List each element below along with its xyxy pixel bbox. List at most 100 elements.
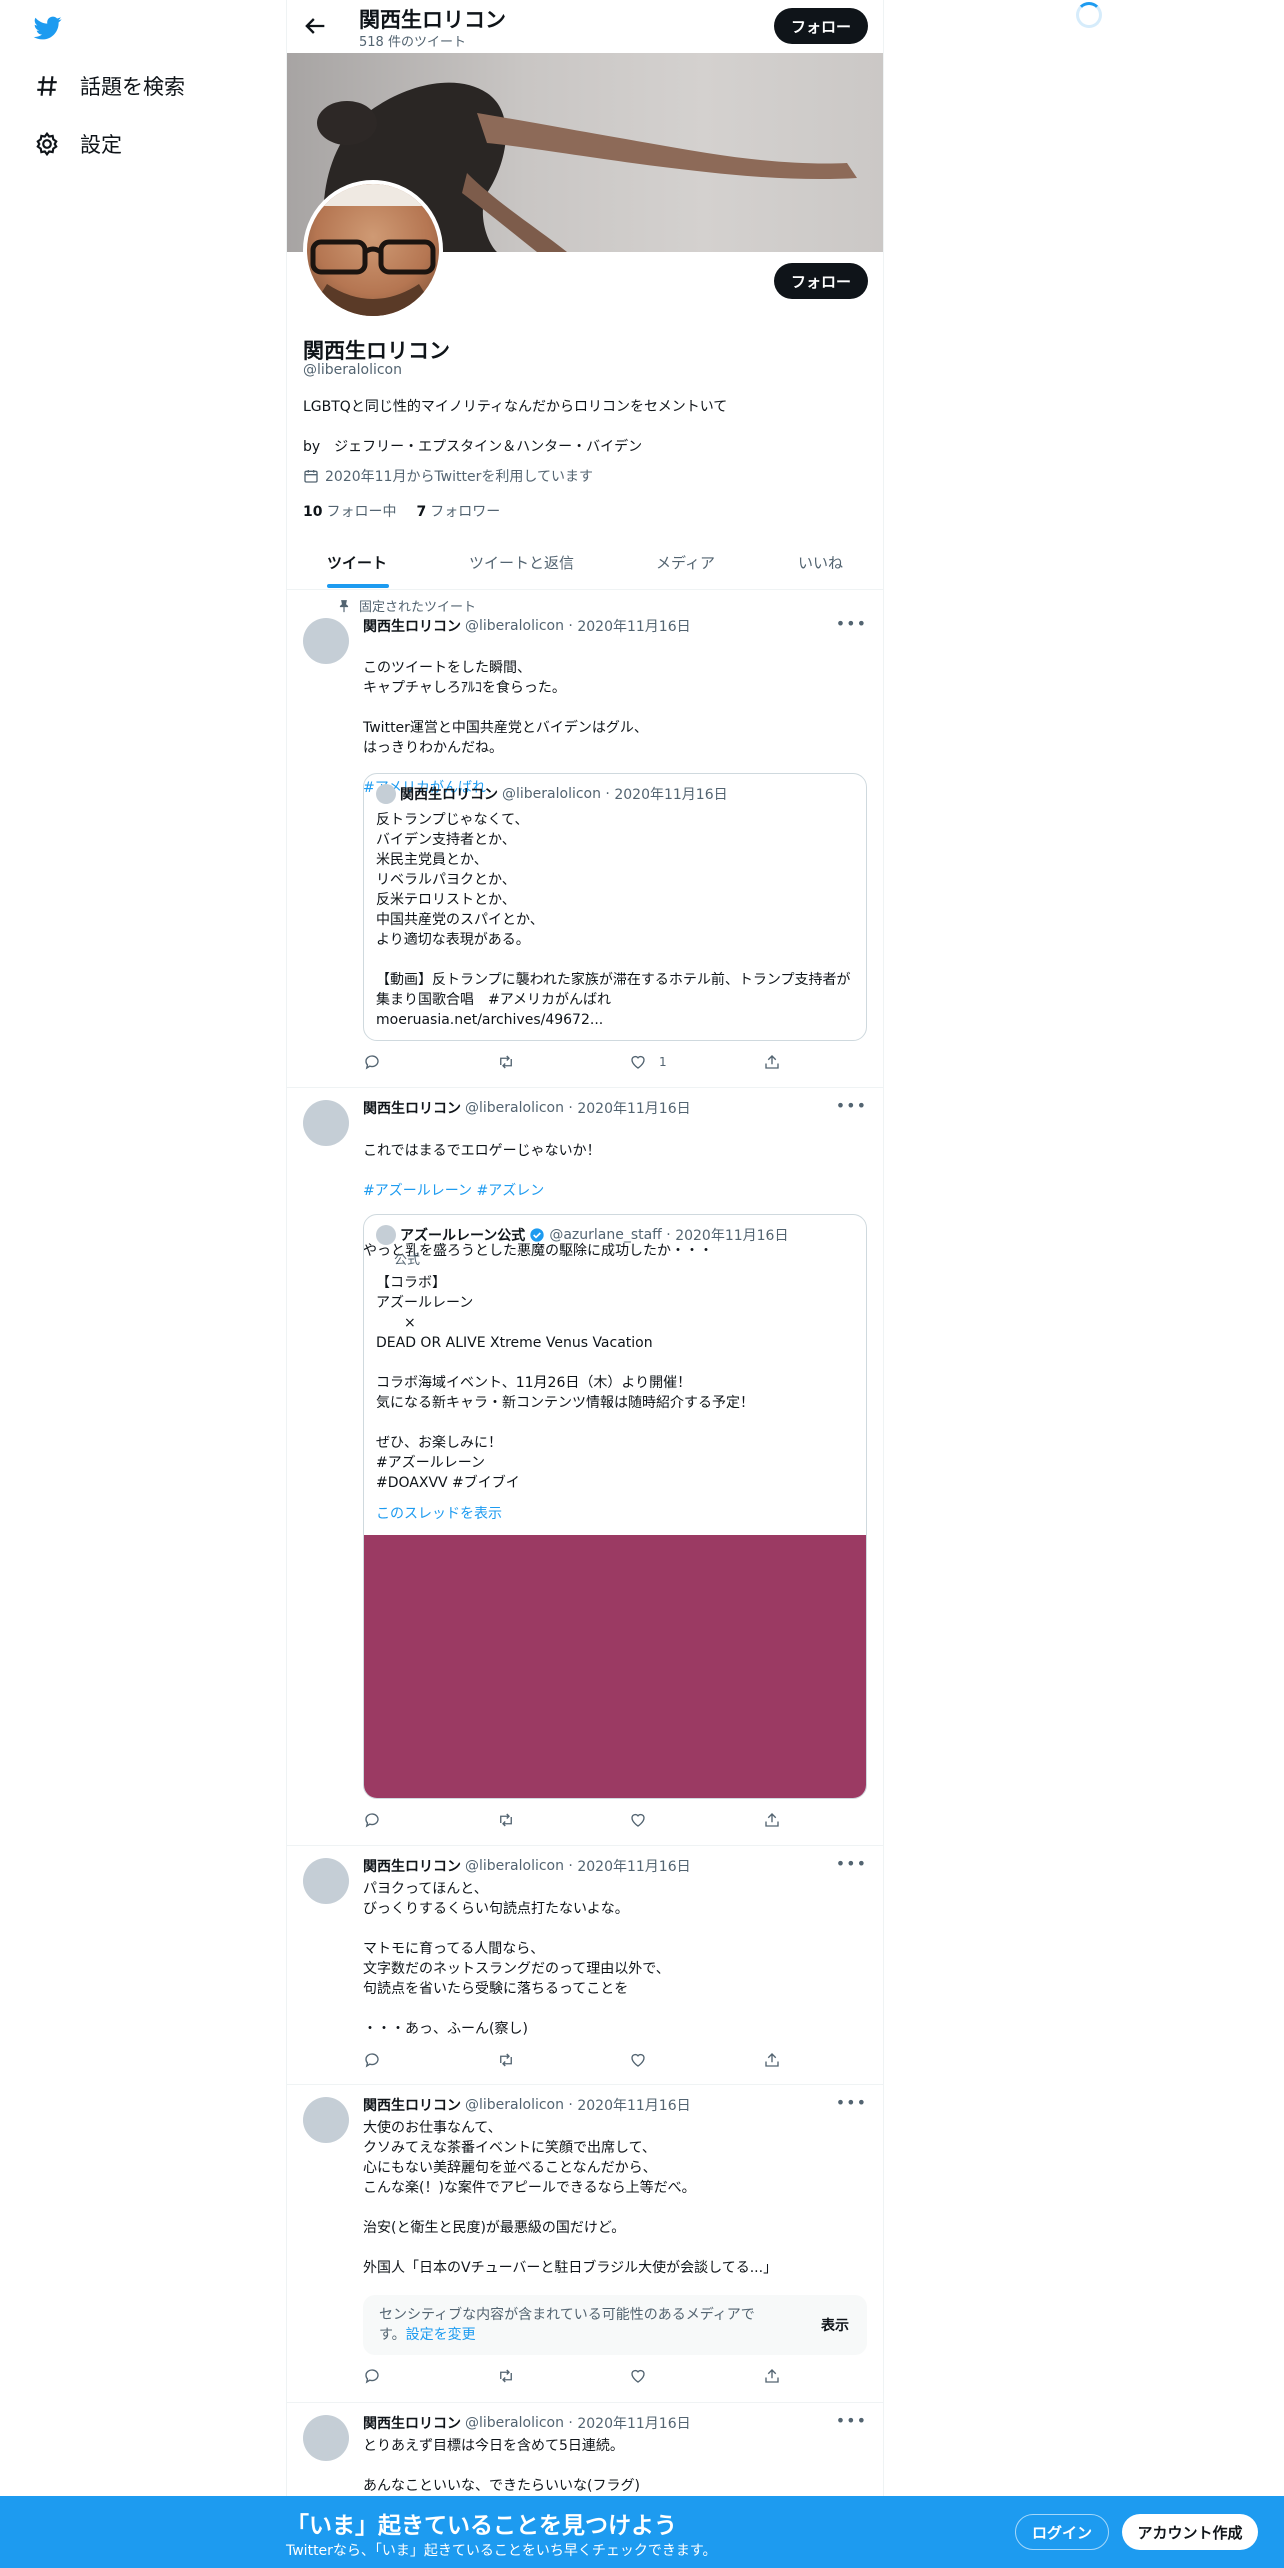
- like-button[interactable]: 1: [629, 1053, 667, 1071]
- tweet-text-body: このツイートをした瞬間、 キャプチャしろｱﾙｺを食らった。 Twitter運営と…: [363, 660, 648, 756]
- nav-settings[interactable]: 設定: [30, 124, 122, 164]
- tweet[interactable]: 関西生ロリコン @liberalolicon · 2020年11月16日 •••…: [287, 2085, 883, 2403]
- tab-likes[interactable]: いいね: [798, 552, 843, 573]
- quote-date: 2020年11月16日: [675, 1228, 789, 1244]
- back-arrow-icon[interactable]: [301, 12, 329, 40]
- pinned-indicator: 固定されたツイート: [337, 596, 476, 615]
- tab-tweets[interactable]: ツイート: [327, 552, 387, 573]
- avatar[interactable]: [303, 1100, 349, 1146]
- pin-icon: [337, 599, 351, 613]
- reply-icon[interactable]: [363, 2051, 381, 2069]
- profile-stats: 10 フォロー中 7 フォロワー: [303, 501, 500, 521]
- tweet-date[interactable]: 2020年11月16日: [577, 2413, 690, 2433]
- tweet-text: パヨクってほんと、 びっくりするくらい句読点打たないよな。 マトモに育ってる人間…: [363, 1881, 670, 2037]
- tweet[interactable]: 関西生ロリコン @liberalolicon · 2020年11月16日 •••…: [287, 1846, 883, 2085]
- quote-author-handle: @azurlane_staff: [549, 1227, 662, 1243]
- header-follow-button[interactable]: フォロー: [774, 8, 868, 44]
- quoted-tweet[interactable]: アズールレーン公式 @azurlane_staff · 2020年11月16日 …: [363, 1214, 867, 1799]
- heart-icon[interactable]: [629, 2051, 647, 2069]
- author-handle[interactable]: @liberalolicon: [465, 2097, 564, 2113]
- retweet-icon[interactable]: [497, 1811, 515, 1829]
- reply-icon[interactable]: [363, 1811, 381, 1829]
- official-label: 公式: [394, 1253, 421, 1268]
- author-name[interactable]: 関西生ロリコン: [363, 616, 461, 636]
- profile-joined: 2020年11月からTwitterを利用しています: [303, 466, 593, 486]
- nav-explore-label: 話題を検索: [80, 75, 185, 99]
- avatar[interactable]: [303, 2097, 349, 2143]
- share-icon[interactable]: [763, 1053, 781, 1071]
- author-handle[interactable]: @liberalolicon: [465, 618, 564, 634]
- share-icon[interactable]: [763, 2367, 781, 2385]
- tweet[interactable]: 固定されたツイート 関西生ロリコン @liberalolicon · 2020年…: [287, 590, 883, 1088]
- tweet[interactable]: 関西生ロリコン @liberalolicon · 2020年11月16日 •••…: [287, 1088, 883, 1846]
- avatar[interactable]: [303, 618, 349, 664]
- pinned-label: 固定されたツイート: [359, 600, 477, 615]
- show-media-button[interactable]: 表示: [821, 2315, 849, 2335]
- more-options-icon[interactable]: •••: [836, 2411, 867, 2430]
- tweet-date[interactable]: 2020年11月16日: [577, 2095, 690, 2115]
- tweet-header: 関西生ロリコン @liberalolicon · 2020年11月16日: [363, 1856, 691, 1876]
- dot-separator: ·: [563, 1100, 578, 1116]
- more-options-icon[interactable]: •••: [836, 1096, 867, 1115]
- tweet-date[interactable]: 2020年11月16日: [577, 1856, 690, 1876]
- heart-icon[interactable]: [629, 2367, 647, 2385]
- share-icon[interactable]: [763, 2051, 781, 2069]
- more-options-icon[interactable]: •••: [836, 614, 867, 633]
- author-handle[interactable]: @liberalolicon: [465, 1100, 564, 1116]
- author-handle[interactable]: @liberalolicon: [465, 1858, 564, 1874]
- signup-button[interactable]: アカウント作成: [1122, 2514, 1258, 2550]
- retweet-icon[interactable]: [497, 1053, 515, 1071]
- author-name[interactable]: 関西生ロリコン: [363, 1098, 461, 1118]
- author-name[interactable]: 関西生ロリコン: [363, 2413, 461, 2433]
- more-options-icon[interactable]: •••: [836, 2093, 867, 2112]
- retweet-icon[interactable]: [497, 2051, 515, 2069]
- dot-separator: ·: [563, 1858, 578, 1874]
- tweet-date[interactable]: 2020年11月16日: [577, 1098, 690, 1118]
- nav-explore[interactable]: 話題を検索: [30, 66, 185, 106]
- header-tweet-count: 518 件のツイート: [359, 35, 466, 50]
- twitter-logo-icon[interactable]: [32, 14, 64, 42]
- author-name[interactable]: 関西生ロリコン: [363, 1856, 461, 1876]
- quote-author-name: 関西生ロリコン: [400, 787, 498, 803]
- avatar[interactable]: [303, 1858, 349, 1904]
- gear-icon: [30, 131, 64, 157]
- author-name[interactable]: 関西生ロリコン: [363, 2095, 461, 2115]
- show-thread-link[interactable]: このスレッドを表示: [376, 1503, 502, 1523]
- avatar[interactable]: [303, 2415, 349, 2461]
- reply-icon[interactable]: [363, 1053, 381, 1071]
- retweet-icon[interactable]: [497, 2367, 515, 2385]
- tweet-date[interactable]: 2020年11月16日: [577, 616, 690, 636]
- dot-separator: ·: [661, 1227, 676, 1243]
- followers-link[interactable]: 7 フォロワー: [416, 501, 500, 521]
- quote-author-handle: @liberalolicon: [502, 786, 601, 802]
- more-options-icon[interactable]: •••: [836, 1854, 867, 1873]
- quote-header: 関西生ロリコン @liberalolicon · 2020年11月16日: [376, 784, 728, 804]
- following-link[interactable]: 10 フォロー中: [303, 501, 396, 521]
- tweet-header: 関西生ロリコン @liberalolicon · 2020年11月16日: [363, 1098, 691, 1118]
- tweet-header: 関西生ロリコン @liberalolicon · 2020年11月16日: [363, 2413, 691, 2433]
- tab-media[interactable]: メディア: [656, 552, 715, 573]
- profile-avatar[interactable]: [303, 180, 443, 320]
- like-count: 1: [659, 1055, 667, 1069]
- quote-media[interactable]: [364, 1535, 866, 1798]
- profile-follow-button[interactable]: フォロー: [774, 263, 868, 299]
- share-icon[interactable]: [763, 1811, 781, 1829]
- tab-tweets-replies[interactable]: ツイートと返信: [469, 552, 574, 573]
- change-settings-link[interactable]: 設定を変更: [406, 2327, 476, 2343]
- quoted-tweet[interactable]: 関西生ロリコン @liberalolicon · 2020年11月16日 反トラ…: [363, 773, 867, 1041]
- author-handle[interactable]: @liberalolicon: [465, 2415, 564, 2431]
- top-header: 関西生ロリコン 518 件のツイート フォロー: [287, 0, 883, 53]
- quote-date: 2020年11月16日: [614, 787, 728, 803]
- loading-spinner-icon: [1076, 2, 1102, 28]
- hashtag-link[interactable]: #アズールレーン #アズレン: [363, 1183, 544, 1199]
- heart-icon[interactable]: [629, 1811, 647, 1829]
- login-button[interactable]: ログイン: [1015, 2514, 1109, 2550]
- tweet-text-body: これではまるでエロゲーじゃないか！: [363, 1143, 601, 1159]
- quote-header: アズールレーン公式 @azurlane_staff · 2020年11月16日: [376, 1225, 788, 1245]
- quote-text: 【コラボ】 アズールレーン × DEAD OR ALIVE Xtreme Ven…: [376, 1275, 754, 1491]
- nav-settings-label: 設定: [80, 133, 122, 157]
- tweet-actions: [363, 2051, 803, 2071]
- tweet-actions: 1: [363, 1053, 803, 1073]
- reply-icon[interactable]: [363, 2367, 381, 2385]
- following-label: フォロー中: [326, 504, 397, 520]
